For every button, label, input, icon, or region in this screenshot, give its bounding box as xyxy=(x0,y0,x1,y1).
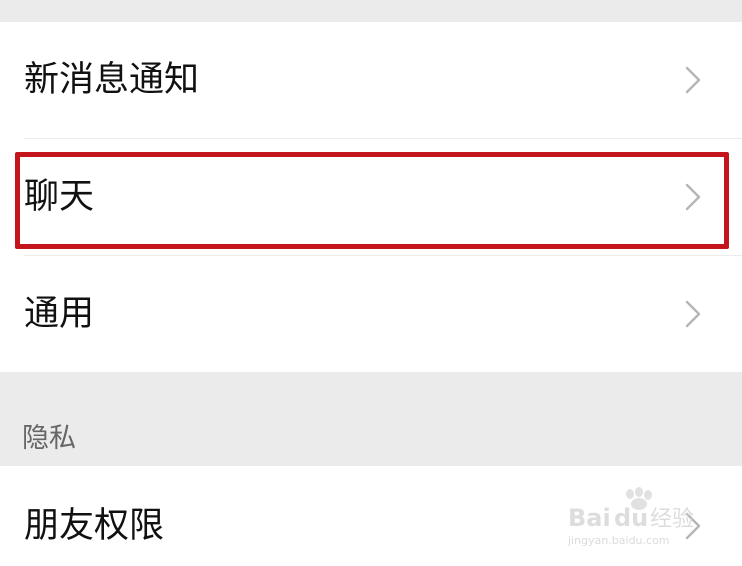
section-title: 隐私 xyxy=(22,423,76,454)
chevron-right-icon xyxy=(685,66,701,94)
settings-item-label: 朋友权限 xyxy=(24,506,165,546)
settings-item-label: 新消息通知 xyxy=(24,60,200,100)
section-gap xyxy=(0,0,742,22)
chevron-right-icon xyxy=(685,300,701,328)
settings-item-chat[interactable]: 聊天 xyxy=(0,139,742,255)
settings-item-new-message-notification[interactable]: 新消息通知 xyxy=(0,22,742,138)
settings-item-label: 通用 xyxy=(24,294,95,334)
chevron-right-icon xyxy=(685,183,701,211)
settings-item-friend-permissions[interactable]: 朋友权限 xyxy=(0,466,742,566)
settings-item-label: 聊天 xyxy=(24,177,95,217)
settings-item-general[interactable]: 通用 xyxy=(0,256,742,372)
settings-screen: 新消息通知 聊天 通用 隐私 朋友权限 Bai du 经验 jingyan.ba… xyxy=(0,0,742,566)
chevron-right-icon xyxy=(685,512,701,540)
section-header-privacy: 隐私 xyxy=(0,372,742,466)
